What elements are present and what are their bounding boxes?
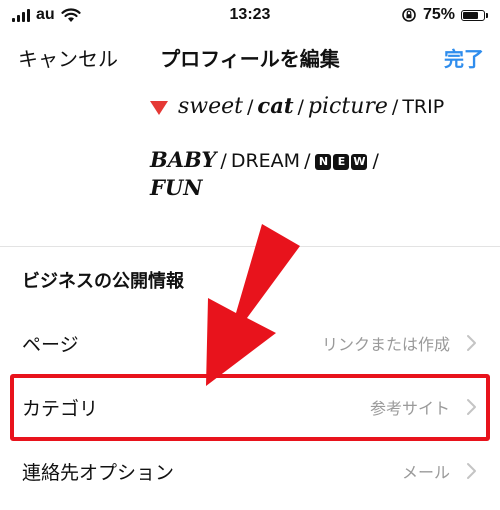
red-arrow-annotation	[206, 224, 300, 386]
